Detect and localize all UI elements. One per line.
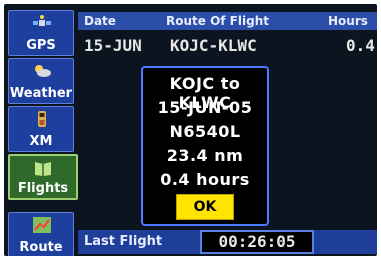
sidebar-item-label: Weather bbox=[9, 86, 73, 101]
cell-date: 15-JUN bbox=[84, 36, 142, 55]
column-route: Route Of Flight bbox=[166, 14, 269, 28]
sidebar-item-flights[interactable]: Flights bbox=[8, 154, 78, 200]
flight-log-panel: Date Route Of Flight Hours 15-JUN KOJC-K… bbox=[78, 10, 377, 256]
sidebar-item-label: GPS bbox=[26, 38, 56, 53]
route-icon bbox=[33, 217, 51, 233]
last-flight-bar: Last Flight 00:26:05 bbox=[78, 230, 377, 254]
cell-route: KOJC-KLWC bbox=[170, 36, 257, 55]
weather-icon bbox=[35, 65, 51, 77]
sidebar: GPS Weather XM Flights Route bbox=[8, 10, 78, 256]
sidebar-item-label: Flights bbox=[17, 181, 69, 196]
table-row[interactable]: 15-JUN KOJC-KLWC 0.4 bbox=[78, 34, 377, 56]
dialog-date-line: 15-JUN-05 bbox=[157, 98, 253, 117]
ok-button[interactable]: OK bbox=[176, 194, 234, 220]
sidebar-item-gps[interactable]: GPS bbox=[8, 10, 74, 56]
dialog-distance-line: 23.4 nm bbox=[166, 146, 244, 165]
column-date: Date bbox=[84, 14, 116, 28]
avionics-screen: GPS Weather XM Flights Route Date Route … bbox=[4, 4, 377, 256]
column-hours: Hours bbox=[328, 14, 368, 28]
last-flight-label: Last Flight bbox=[84, 234, 163, 249]
sidebar-item-label: XM bbox=[29, 134, 53, 149]
dialog-tail-line: N6540L bbox=[169, 122, 241, 141]
last-flight-time: 00:26:05 bbox=[200, 230, 314, 254]
cell-hours: 0.4 bbox=[346, 36, 375, 55]
xm-radio-icon bbox=[38, 111, 46, 127]
satellite-icon bbox=[33, 15, 51, 26]
flight-log-icon bbox=[35, 162, 51, 176]
sidebar-item-route[interactable]: Route bbox=[8, 212, 74, 256]
flight-details-dialog: KOJC to KLWC 15-JUN-05 N6540L 23.4 nm 0.… bbox=[141, 66, 269, 226]
sidebar-item-label: Route bbox=[19, 240, 63, 255]
sidebar-item-weather[interactable]: Weather bbox=[8, 58, 74, 104]
table-header: Date Route Of Flight Hours bbox=[78, 12, 377, 30]
sidebar-item-xm[interactable]: XM bbox=[8, 106, 74, 152]
dialog-hours-line: 0.4 hours bbox=[160, 170, 250, 189]
